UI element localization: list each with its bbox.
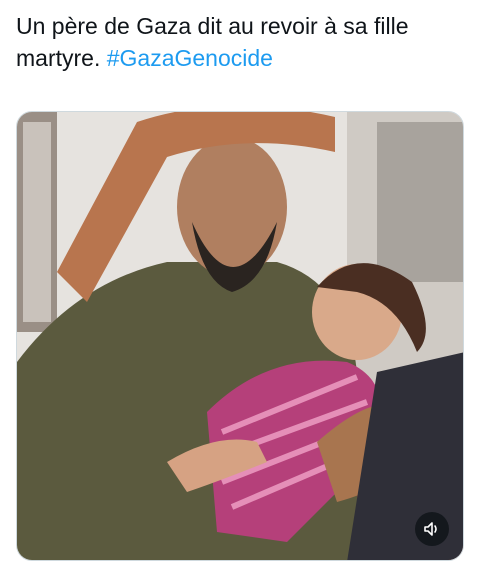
sound-toggle-button[interactable] (415, 512, 449, 546)
video-player[interactable] (16, 111, 464, 561)
video-frame (17, 112, 463, 560)
post-text: Un père de Gaza dit au revoir à sa fille… (16, 10, 464, 74)
hashtag-link[interactable]: #GazaGenocide (107, 45, 273, 71)
volume-icon (424, 522, 437, 536)
